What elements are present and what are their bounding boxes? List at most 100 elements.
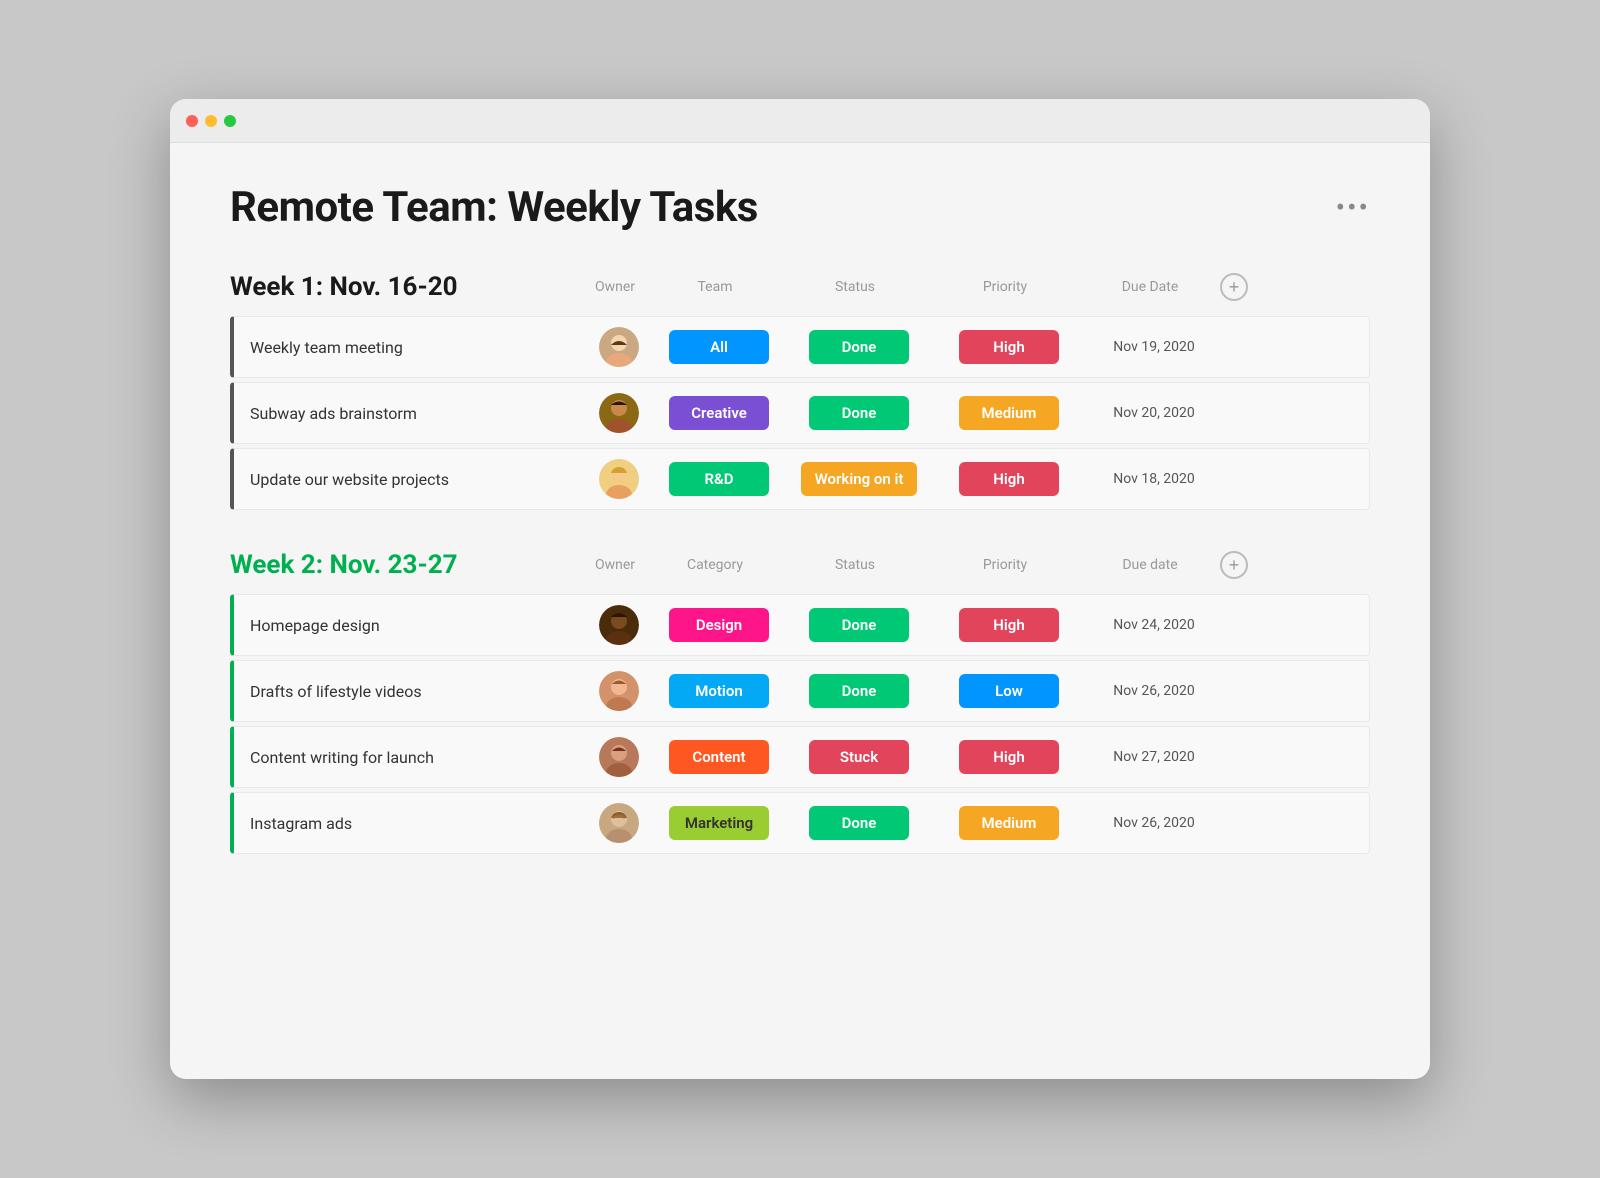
task-cells: Content Stuck High Nov 27, 2020 (574, 737, 1369, 777)
task-cells: Marketing Done Medium Nov 26, 2020 (574, 803, 1369, 843)
cell-status: Done (784, 396, 934, 430)
cell-team: Creative (654, 396, 784, 430)
col-header-duedate-w2: Due date (1080, 557, 1220, 573)
task-cells: All Done High Nov 19, 2020 (574, 327, 1369, 367)
priority-badge: High (959, 462, 1059, 496)
priority-badge: High (959, 330, 1059, 364)
close-dot[interactable] (186, 115, 198, 127)
cell-priority: High (934, 740, 1084, 774)
cell-duedate: Nov 20, 2020 (1084, 405, 1224, 421)
traffic-lights (186, 115, 236, 127)
team-badge: Creative (669, 396, 769, 430)
page-title: Remote Team: Weekly Tasks (230, 183, 758, 232)
week1-title: Week 1: Nov. 16-20 (230, 272, 570, 302)
week1-col-headers: Owner Team Status Priority Due Date + (570, 273, 1370, 301)
cell-owner (584, 803, 654, 843)
col-header-priority-w1: Priority (930, 279, 1080, 295)
app-window: Remote Team: Weekly Tasks ••• Week 1: No… (170, 99, 1430, 1079)
task-cells: Design Done High Nov 24, 2020 (574, 605, 1369, 645)
table-row: Content writing for launch (230, 726, 1370, 788)
task-name: Instagram ads (234, 814, 574, 833)
table-row: Subway ads brainstorm (230, 382, 1370, 444)
cell-status: Done (784, 330, 934, 364)
avatar (599, 327, 639, 367)
week2-header: Week 2: Nov. 23-27 Owner Category Status… (230, 550, 1370, 580)
task-name: Content writing for launch (234, 748, 574, 767)
cell-owner (584, 737, 654, 777)
team-badge: R&D (669, 462, 769, 496)
add-column-w2-button[interactable]: + (1220, 551, 1248, 579)
cell-status: Done (784, 608, 934, 642)
category-badge: Design (669, 608, 769, 642)
cell-status: Working on it (784, 462, 934, 496)
cell-duedate: Nov 27, 2020 (1084, 749, 1224, 765)
cell-duedate: Nov 26, 2020 (1084, 683, 1224, 699)
col-header-add-w2: + (1220, 551, 1256, 579)
col-header-owner-w2: Owner (580, 557, 650, 573)
priority-badge: High (959, 740, 1059, 774)
col-header-add-w1: + (1220, 273, 1256, 301)
task-name: Update our website projects (234, 470, 574, 489)
task-cells: Creative Done Medium Nov 20, 2020 (574, 393, 1369, 433)
category-badge: Motion (669, 674, 769, 708)
priority-badge: Medium (959, 396, 1059, 430)
cell-status: Done (784, 674, 934, 708)
status-badge: Working on it (801, 462, 918, 496)
week1-header: Week 1: Nov. 16-20 Owner Team Status Pri… (230, 272, 1370, 302)
maximize-dot[interactable] (224, 115, 236, 127)
priority-badge: High (959, 608, 1059, 642)
priority-badge: Low (959, 674, 1059, 708)
category-badge: Marketing (669, 806, 769, 840)
week2-title: Week 2: Nov. 23-27 (230, 550, 570, 580)
task-cells: R&D Working on it High Nov 18, 2020 (574, 459, 1369, 499)
task-name: Homepage design (234, 616, 574, 635)
status-badge: Stuck (809, 740, 909, 774)
week2-col-headers: Owner Category Status Priority Due date … (570, 551, 1370, 579)
avatar (599, 393, 639, 433)
status-badge: Done (809, 396, 909, 430)
week2-section: Week 2: Nov. 23-27 Owner Category Status… (230, 550, 1370, 854)
table-row: Drafts of lifestyle videos (230, 660, 1370, 722)
add-column-w1-button[interactable]: + (1220, 273, 1248, 301)
main-content: Remote Team: Weekly Tasks ••• Week 1: No… (170, 143, 1430, 944)
col-header-priority-w2: Priority (930, 557, 1080, 573)
table-row: Weekly team meeting Al (230, 316, 1370, 378)
cell-owner (584, 327, 654, 367)
cell-status: Stuck (784, 740, 934, 774)
page-header: Remote Team: Weekly Tasks ••• (230, 183, 1370, 232)
cell-priority: Medium (934, 806, 1084, 840)
task-name: Drafts of lifestyle videos (234, 682, 574, 701)
week1-section: Week 1: Nov. 16-20 Owner Team Status Pri… (230, 272, 1370, 510)
cell-owner (584, 393, 654, 433)
status-badge: Done (809, 330, 909, 364)
avatar (599, 737, 639, 777)
cell-category: Design (654, 608, 784, 642)
avatar (599, 459, 639, 499)
cell-priority: Medium (934, 396, 1084, 430)
table-row: Homepage design Design (230, 594, 1370, 656)
avatar (599, 803, 639, 843)
cell-priority: Low (934, 674, 1084, 708)
cell-category: Content (654, 740, 784, 774)
cell-duedate: Nov 26, 2020 (1084, 815, 1224, 831)
table-row: Instagram ads (230, 792, 1370, 854)
col-header-category-w2: Category (650, 557, 780, 573)
category-badge: Content (669, 740, 769, 774)
cell-priority: High (934, 330, 1084, 364)
cell-priority: High (934, 462, 1084, 496)
minimize-dot[interactable] (205, 115, 217, 127)
priority-badge: Medium (959, 806, 1059, 840)
cell-team: All (654, 330, 784, 364)
cell-duedate: Nov 18, 2020 (1084, 471, 1224, 487)
cell-owner (584, 671, 654, 711)
status-badge: Done (809, 806, 909, 840)
cell-duedate: Nov 24, 2020 (1084, 617, 1224, 633)
status-badge: Done (809, 608, 909, 642)
col-header-status-w1: Status (780, 279, 930, 295)
col-header-status-w2: Status (780, 557, 930, 573)
cell-category: Motion (654, 674, 784, 708)
col-header-owner-w1: Owner (580, 279, 650, 295)
cell-priority: High (934, 608, 1084, 642)
more-options-button[interactable]: ••• (1336, 191, 1370, 224)
cell-status: Done (784, 806, 934, 840)
